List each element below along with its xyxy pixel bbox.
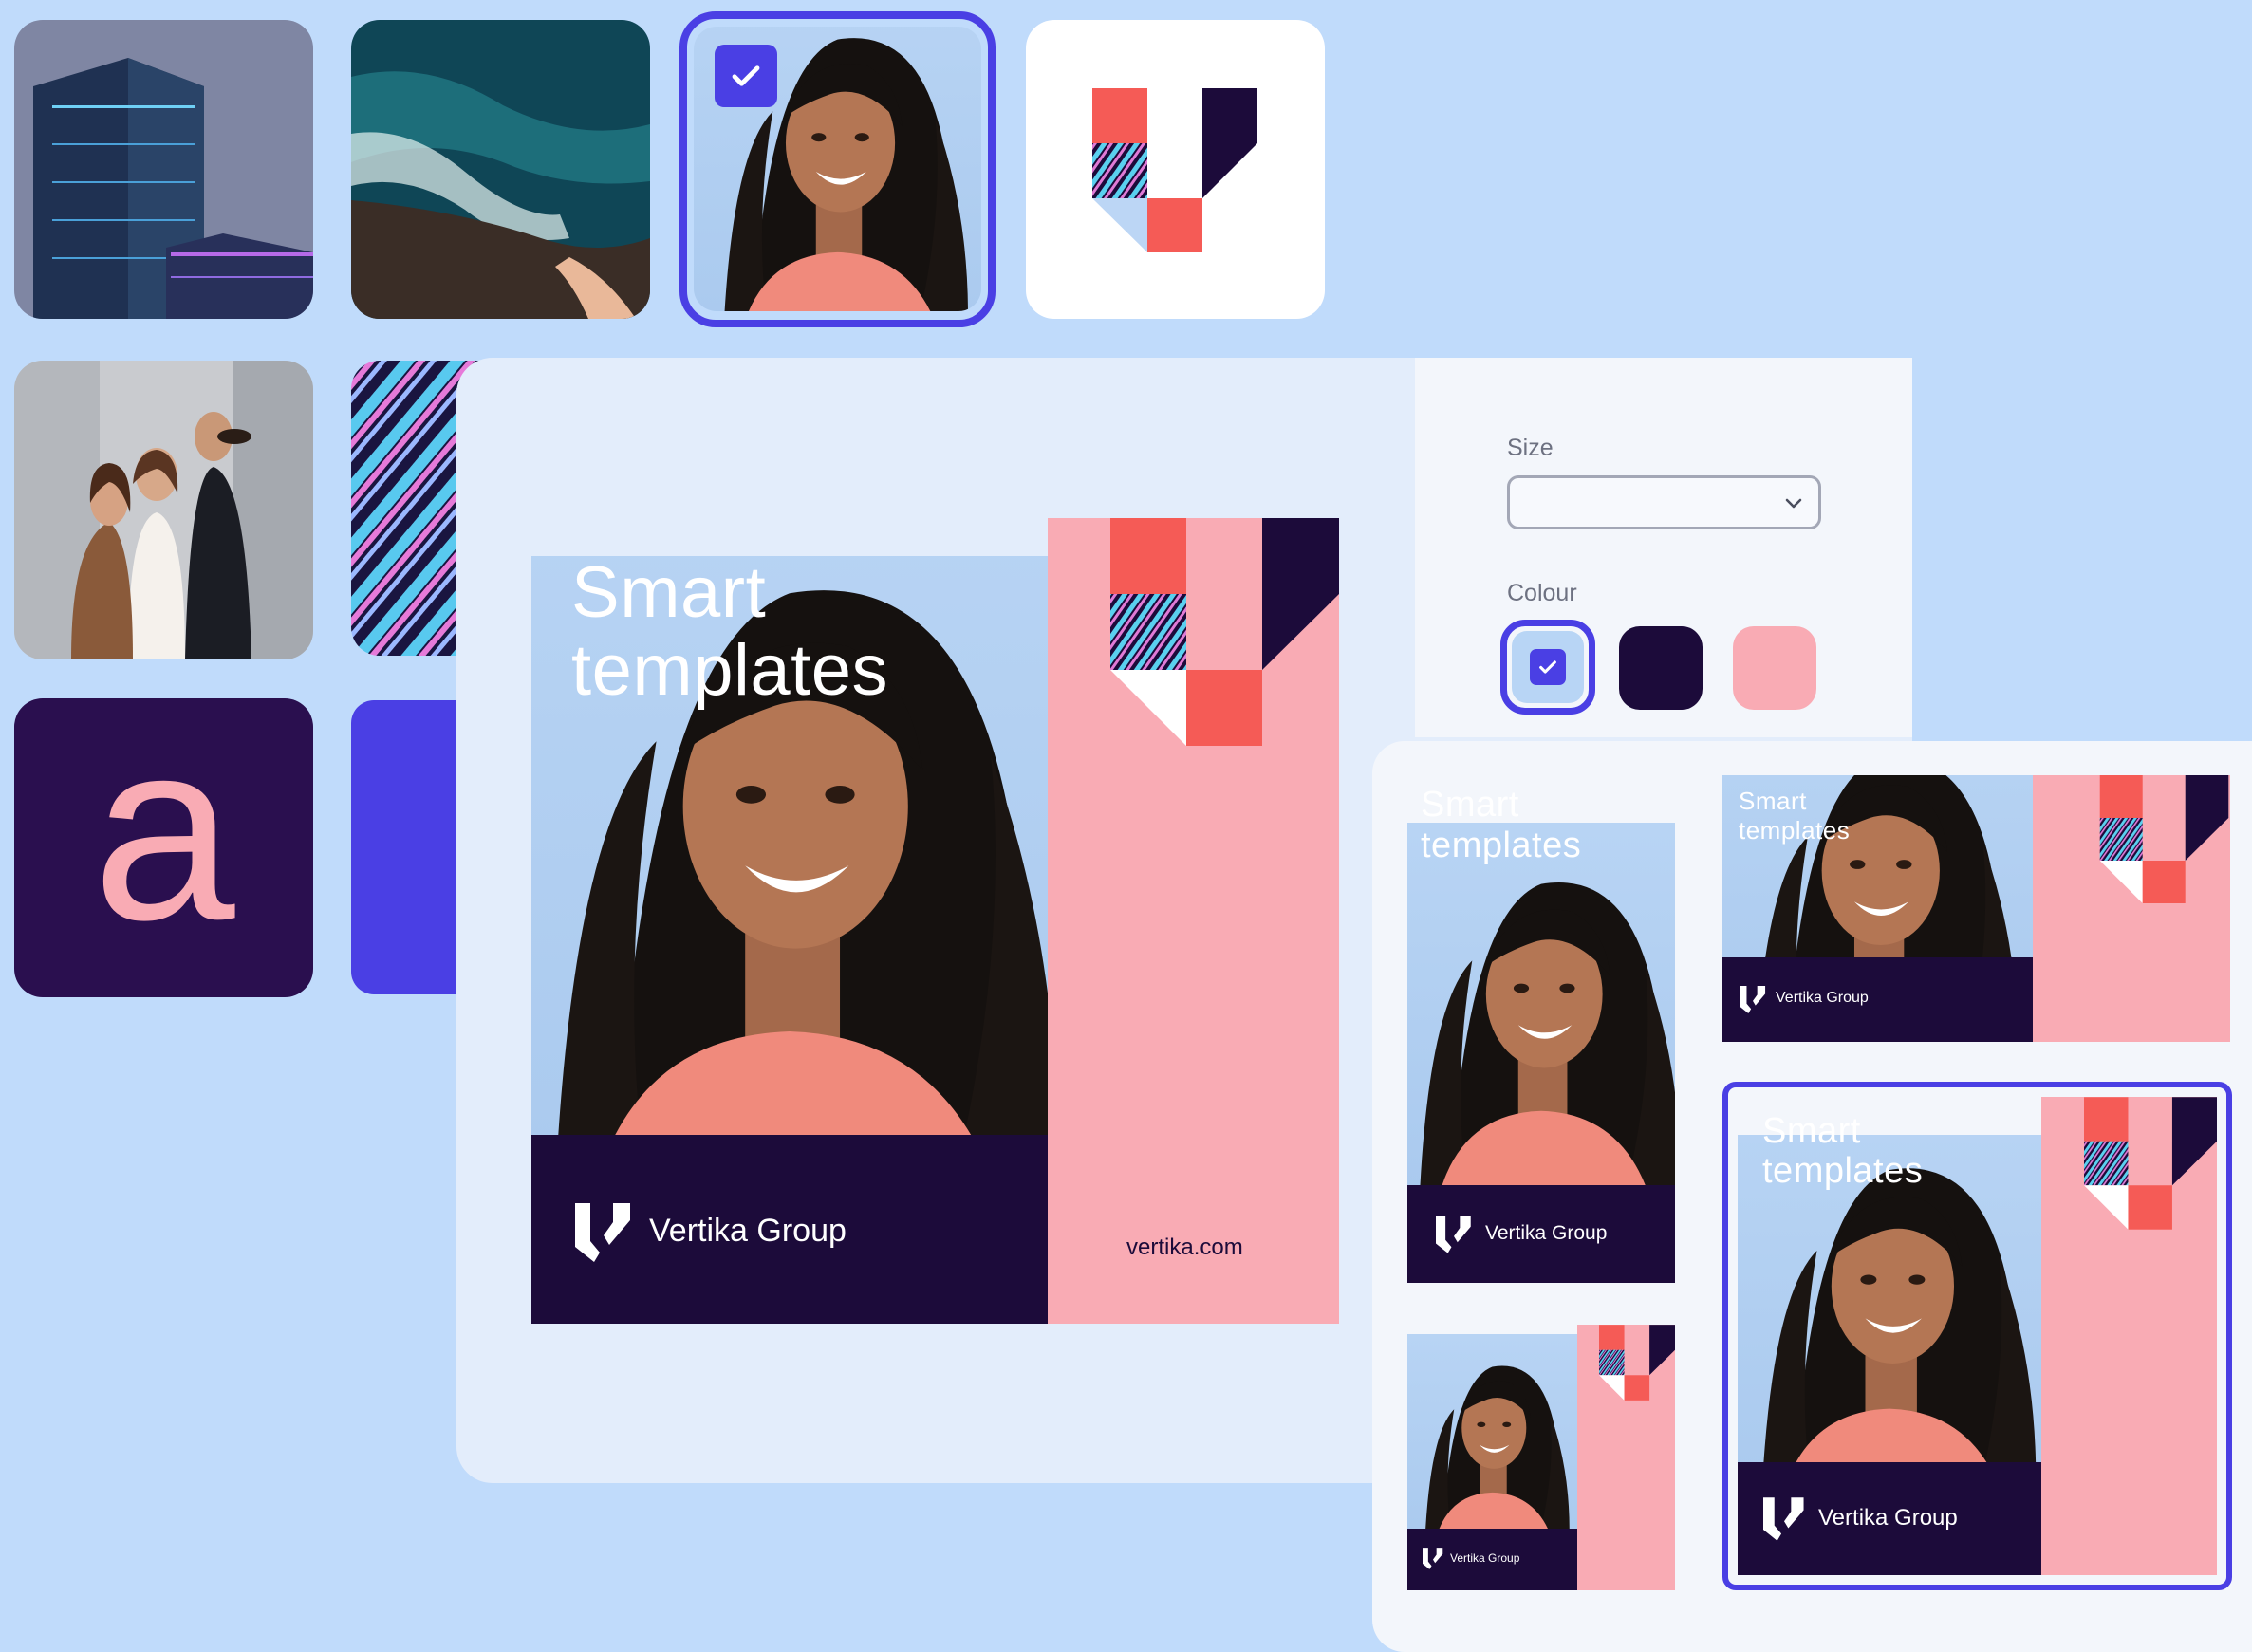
- colour-label: Colour: [1507, 580, 1577, 606]
- variant-landscape[interactable]: Vertika Group Smart templates: [1722, 775, 2230, 1042]
- variant-footer: Vertika Group: [1738, 1462, 2041, 1575]
- font-glyph: a: [92, 698, 235, 974]
- template-preview[interactable]: Vertika Group vertika.com Smart template…: [531, 518, 1339, 1324]
- brand-name: Vertika Group: [649, 1213, 847, 1249]
- variant-footer: Vertika Group: [1407, 1529, 1577, 1590]
- font-glyph-tile[interactable]: a: [14, 698, 313, 997]
- buildings-photo[interactable]: [14, 20, 313, 319]
- vertika-logo-pattern: [1110, 518, 1339, 746]
- variant-headline: Smart templates: [1739, 787, 1851, 845]
- variant-brand-name: Vertika Group: [1485, 1222, 1608, 1244]
- vertika-logo-pattern: [1599, 1325, 1675, 1401]
- vertika-mark-icon: [1423, 1548, 1443, 1569]
- team-photo[interactable]: [14, 361, 313, 659]
- variant-headline: Smart templates: [1421, 785, 1582, 865]
- vertika-mark-icon: [1763, 1497, 1804, 1541]
- ocean-aerial-photo[interactable]: [351, 20, 650, 319]
- variant-brand-name: Vertika Group: [1818, 1505, 1958, 1531]
- variant-pink-panel: [1577, 1325, 1675, 1590]
- brand-url: vertika.com: [1126, 1234, 1243, 1260]
- swatch-check-icon: [1530, 649, 1566, 685]
- vertika-logo-tile[interactable]: [1026, 20, 1325, 319]
- variant-headline: Smart templates: [1762, 1111, 1924, 1191]
- variant-footer: Vertika Group: [1407, 1185, 1675, 1283]
- colour-swatch-light-blue[interactable]: [1512, 631, 1584, 703]
- template-pink-panel: vertika.com: [1048, 518, 1339, 1324]
- vertika-logo-pattern: [2099, 775, 2229, 903]
- vertika-mark-icon: [1740, 986, 1766, 1013]
- vertika-logo-pattern: [2084, 1097, 2217, 1230]
- variant-portrait[interactable]: Vertika Group Smart templates: [1407, 775, 1675, 1283]
- vertika-mark-icon: [575, 1203, 630, 1262]
- colour-swatch-pink[interactable]: [1733, 626, 1816, 710]
- template-headline: Smart templates: [571, 552, 888, 712]
- size-label: Size: [1507, 435, 1554, 461]
- template-footer: Vertika Group: [531, 1135, 1048, 1324]
- variant-brand-name: Vertika Group: [1776, 990, 1869, 1006]
- variant-pink-panel: [2041, 1097, 2217, 1575]
- variant-tall[interactable]: Vertika Group Smart templates: [1738, 1097, 2217, 1575]
- size-select[interactable]: [1507, 475, 1821, 529]
- variant-footer: Vertika Group: [1722, 957, 2033, 1042]
- variant-pink-panel: [2033, 775, 2230, 1042]
- variant-brand-name: Vertika Group: [1450, 1551, 1520, 1565]
- colour-swatch-dark-purple[interactable]: [1619, 626, 1703, 710]
- vertika-mark-icon: [1436, 1216, 1471, 1253]
- chevron-down-icon: [1785, 498, 1802, 509]
- selected-check-icon[interactable]: [715, 45, 777, 107]
- variant-square-small[interactable]: Vertika Group: [1407, 1325, 1675, 1590]
